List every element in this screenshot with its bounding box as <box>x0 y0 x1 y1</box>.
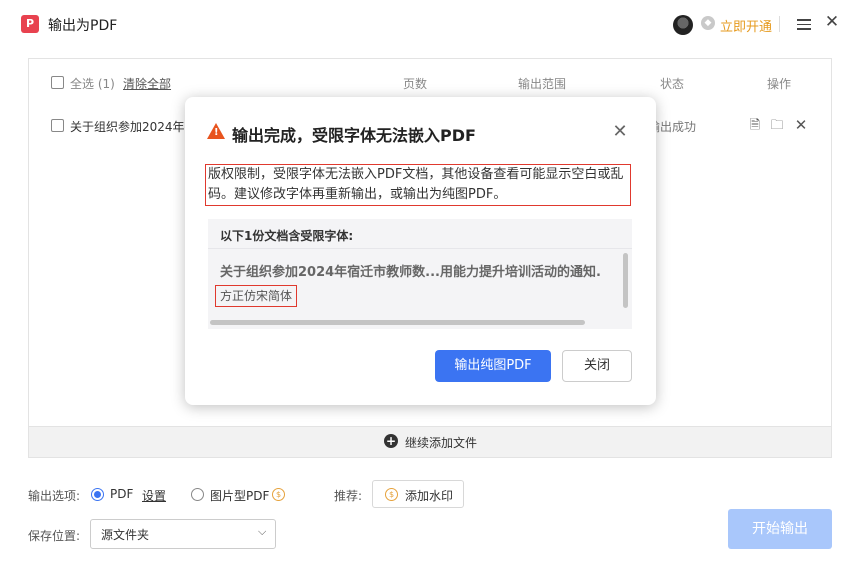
row-checkbox[interactable] <box>51 119 64 132</box>
status-column-header: 状态 <box>660 77 685 91</box>
window-title: 输出为PDF <box>48 18 118 34</box>
save-location-label: 保存位置: <box>28 529 81 543</box>
avatar[interactable] <box>673 15 693 35</box>
coin-icon: $ <box>385 488 398 501</box>
range-column-header: 输出范围 <box>518 77 567 91</box>
restricted-font-name: 方正仿宋简体 <box>215 285 298 307</box>
menu-icon[interactable] <box>796 16 812 32</box>
start-output-button[interactable]: 开始输出 <box>728 509 832 549</box>
image-pdf-radio[interactable] <box>191 488 204 501</box>
actions-column-header: 操作 <box>767 77 792 91</box>
plus-circle-icon: + <box>384 434 398 448</box>
export-image-pdf-button[interactable]: 输出纯图PDF <box>435 350 551 382</box>
add-file-label[interactable]: 继续添加文件 <box>405 434 477 451</box>
close-dialog-button[interactable]: 关闭 <box>562 350 632 382</box>
dialog-title: 输出完成，受限字体无法嵌入PDF <box>232 126 476 145</box>
chevron-down-icon: ⌵ <box>258 525 267 538</box>
clear-all-link[interactable]: 清除全部 <box>123 75 171 92</box>
recommend-label: 推荐: <box>334 489 363 503</box>
save-location-value: 源文件夹 <box>101 528 150 542</box>
dialog-description: 版权限制，受限字体无法嵌入PDF文档，其他设备查看可能显示空白或乱码。建议修改字… <box>205 164 631 206</box>
file-name: 关于组织参加2024年宿 <box>70 120 197 134</box>
horizontal-scrollbar[interactable] <box>210 320 585 325</box>
list-header: 以下1份文档含受限字体: <box>220 229 354 243</box>
open-file-icon[interactable]: 🗎 <box>748 119 762 133</box>
pdf-option-label: PDF <box>110 487 134 501</box>
add-watermark-label: 添加水印 <box>405 489 454 503</box>
select-all-checkbox[interactable] <box>51 76 64 89</box>
warning-mark: ! <box>214 127 219 138</box>
settings-link[interactable]: 设置 <box>142 487 166 504</box>
select-all-label: 全选 (1) <box>70 77 115 91</box>
pdf-radio[interactable] <box>91 488 104 501</box>
coin-icon: $ <box>272 488 285 501</box>
close-icon[interactable]: ✕ <box>611 121 629 142</box>
pdf-app-icon: P <box>21 15 39 33</box>
document-name: 关于组织参加2024年宿迁市教师数...用能力提升培训活动的通知. <box>220 265 601 280</box>
titlebar-divider <box>779 16 780 32</box>
remove-row-icon[interactable]: ✕ <box>794 118 808 133</box>
pages-column-header: 页数 <box>403 77 428 91</box>
vip-link[interactable]: 立即开通 <box>720 16 772 35</box>
list-divider <box>208 248 632 249</box>
vertical-scrollbar[interactable] <box>623 253 628 308</box>
image-pdf-label: 图片型PDF <box>210 489 270 503</box>
close-window-button[interactable]: ✕ <box>823 13 841 31</box>
output-options-label: 输出选项: <box>28 489 81 503</box>
vip-icon: ◆ <box>701 16 715 30</box>
folder-icon[interactable]: 🗀 <box>770 119 784 133</box>
